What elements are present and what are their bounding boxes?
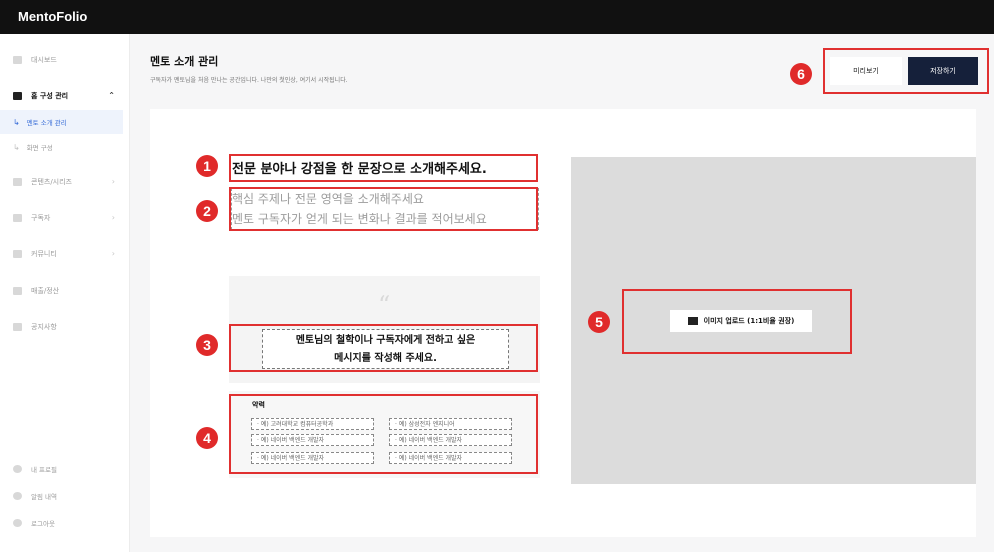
sidebar-item-content[interactable]: 콘텐츠/시리즈 › [0,170,123,194]
highlight-box-5 [622,289,852,354]
sidebar-item-label: 내 프로필 [31,466,57,474]
sidebar-item-label: 커뮤니티 [31,250,57,258]
sidebar-item-label: 매출/정산 [31,287,60,295]
sidebar-item-subscribers[interactable]: 구독자 › [0,206,123,230]
chevron-up-icon: ⌃ [108,91,115,100]
sidebar-item-label: 대시보드 [31,56,57,64]
megaphone-icon [13,323,22,331]
profile-icon [13,465,22,473]
sidebar-item-label: 로그아웃 [31,520,55,528]
highlight-box-6 [823,48,989,94]
bell-icon [13,492,22,500]
subscriber-icon [13,214,22,222]
sub-arrow-icon: ↳ [13,142,20,152]
sidebar-item-dashboard[interactable]: 대시보드 [0,48,123,72]
chevron-right-icon: › [111,177,115,186]
annotation-badge-6: 6 [790,63,812,85]
highlight-box-1 [229,154,538,182]
annotation-badge-1: 1 [196,155,218,177]
annotation-badge-3: 3 [196,334,218,356]
sidebar-item-label: 콘텐츠/시리즈 [31,178,72,186]
logout-icon [13,519,22,527]
highlight-box-4 [229,394,538,474]
document-icon [13,178,22,186]
annotation-badge-5: 5 [588,311,610,333]
sidebar-item-notices[interactable]: 공지사항 [0,315,123,339]
page-subtitle: 구독자가 멘토님을 처음 만나는 공간입니다. 나만의 첫인상, 여기서 시작됩… [150,77,348,84]
chevron-right-icon: › [111,213,115,222]
monitor-icon [13,92,22,100]
sidebar-item-label: 공지사항 [31,323,57,331]
sidebar-item-community[interactable]: 커뮤니티 › [0,242,123,266]
sidebar-item-profile[interactable]: 내 프로필 [0,459,123,479]
sidebar-item-screen-layout[interactable]: ↳ 화면 구성 [0,135,123,159]
sidebar-item-home-config[interactable]: 홈 구성 관리 ⌃ [0,84,123,108]
sidebar-item-notifications[interactable]: 알림 내역 [0,486,123,506]
annotation-badge-4: 4 [196,427,218,449]
sidebar-item-sales[interactable]: 매출/정산 [0,279,123,303]
sidebar-item-logout[interactable]: 로그아웃 [0,513,123,533]
page-title: 멘토 소개 관리 [150,55,219,68]
sidebar-item-label: 홈 구성 관리 [31,92,69,100]
dashboard-icon [13,56,22,64]
top-bar: MentoFolio [0,0,994,34]
community-icon [13,250,22,258]
sidebar-item-label: 화면 구성 [26,144,53,152]
sidebar-item-label: 멘토 소개 관리 [26,119,67,127]
sub-arrow-icon: ↳ [13,117,20,127]
sidebar-item-label: 구독자 [31,214,51,222]
chart-icon [13,287,22,295]
brand-logo[interactable]: MentoFolio [18,9,87,24]
annotation-badge-2: 2 [196,200,218,222]
sidebar-item-mentor-intro[interactable]: ↳ 멘토 소개 관리 [0,110,123,134]
chevron-right-icon: › [111,249,115,258]
quote-mark-icon: “ [378,291,391,319]
highlight-box-3 [229,324,538,372]
highlight-box-2 [229,187,538,231]
sidebar-item-label: 알림 내역 [31,493,57,501]
